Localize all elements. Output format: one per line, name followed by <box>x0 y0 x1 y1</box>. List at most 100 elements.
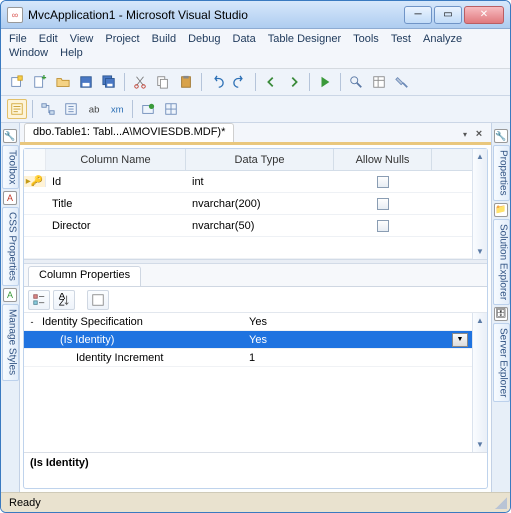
xml-button[interactable]: xml <box>107 99 127 119</box>
indexes-button[interactable] <box>61 99 81 119</box>
find-button[interactable] <box>346 72 366 92</box>
toolbar-1 <box>1 69 510 96</box>
scroll-down-icon[interactable]: ▼ <box>473 437 487 452</box>
minimize-button[interactable]: ─ <box>404 6 432 24</box>
manage-styles-tab[interactable]: Manage Styles <box>2 304 19 380</box>
tab-close-button[interactable]: × <box>471 126 487 142</box>
resize-grip[interactable] <box>495 497 507 509</box>
svg-text:ab: ab <box>89 105 100 116</box>
cell-type[interactable]: nvarchar(200) <box>186 193 334 214</box>
property-pages-button[interactable] <box>87 290 109 310</box>
fulltext-button[interactable]: ab <box>84 99 104 119</box>
cut-button[interactable] <box>130 72 150 92</box>
null-checkbox[interactable] <box>377 198 389 210</box>
alphabetical-button[interactable]: AZ <box>53 290 75 310</box>
undo-button[interactable] <box>207 72 227 92</box>
categorized-button[interactable] <box>28 290 50 310</box>
scroll-up-icon[interactable]: ▲ <box>473 149 487 164</box>
grid-header: Column Name Data Type Allow Nulls <box>24 149 472 171</box>
properties-toolbar: AZ <box>24 287 487 313</box>
nav-fwd-button[interactable] <box>284 72 304 92</box>
svg-text:Z: Z <box>59 297 65 307</box>
save-button[interactable] <box>76 72 96 92</box>
prop-is-identity[interactable]: (Is Identity) Yes ▼ <box>24 331 472 349</box>
check-button[interactable] <box>138 99 158 119</box>
column-row-id[interactable]: ▸🔑 Id int <box>24 171 472 193</box>
app-icon: ∞ <box>7 7 23 23</box>
paste-button[interactable] <box>176 72 196 92</box>
titlebar: ∞ MvcApplication1 - Microsoft Visual Stu… <box>1 1 510 29</box>
document-tabstrip: dbo.Table1: Tabl...A\MOVIESDB.MDF)* ▾ × <box>20 123 491 145</box>
col-header-type[interactable]: Data Type <box>186 149 334 170</box>
props-scrollbar[interactable]: ▲ ▼ <box>472 313 487 452</box>
menu-view[interactable]: View <box>70 33 94 45</box>
solution-explorer-tab[interactable]: Solution Explorer <box>493 219 510 305</box>
menu-window[interactable]: Window <box>9 47 48 59</box>
cell-name[interactable]: Director <box>46 215 186 236</box>
menu-file[interactable]: File <box>9 33 27 45</box>
save-all-button[interactable] <box>99 72 119 92</box>
menu-edit[interactable]: Edit <box>39 33 58 45</box>
menu-test[interactable]: Test <box>391 33 411 45</box>
spatial-button[interactable] <box>161 99 181 119</box>
nav-back-button[interactable] <box>261 72 281 92</box>
open-button[interactable] <box>53 72 73 92</box>
scroll-down-icon[interactable]: ▼ <box>473 244 487 259</box>
add-item-button[interactable] <box>30 72 50 92</box>
properties-icon: 🔧 <box>494 129 508 143</box>
column-properties-panel: Column Properties AZ - Identity Specific… <box>24 264 487 488</box>
start-debug-button[interactable] <box>315 72 335 92</box>
prop-identity-spec[interactable]: - Identity Specification Yes <box>24 313 472 331</box>
scroll-up-icon[interactable]: ▲ <box>473 313 487 328</box>
solution-icon: 📁 <box>494 203 508 217</box>
new-project-button[interactable] <box>7 72 27 92</box>
col-header-null[interactable]: Allow Nulls <box>334 149 432 170</box>
tab-overflow-button[interactable]: ▾ <box>459 126 471 142</box>
generate-script-button[interactable] <box>7 99 27 119</box>
grid-scrollbar[interactable]: ▲ ▼ <box>472 149 487 259</box>
toolbox-icon: 🔧 <box>3 129 17 143</box>
maximize-button[interactable]: ▭ <box>434 6 462 24</box>
column-row-director[interactable]: Director nvarchar(50) <box>24 215 472 237</box>
server-icon: 🗄 <box>494 307 508 321</box>
properties-tab[interactable]: Column Properties <box>28 266 141 286</box>
close-button[interactable]: ✕ <box>464 6 504 24</box>
menu-project[interactable]: Project <box>105 33 139 45</box>
relationships-button[interactable] <box>38 99 58 119</box>
properties-button[interactable] <box>369 72 389 92</box>
css-icon: A <box>3 191 17 205</box>
dropdown-icon[interactable]: ▼ <box>452 333 468 347</box>
cell-name[interactable]: Id <box>46 171 186 192</box>
menu-help[interactable]: Help <box>60 47 83 59</box>
menu-table-designer[interactable]: Table Designer <box>268 33 341 45</box>
column-row-title[interactable]: Title nvarchar(200) <box>24 193 472 215</box>
menu-data[interactable]: Data <box>233 33 256 45</box>
toolbox-tab[interactable]: Toolbox <box>2 145 19 189</box>
menu-bar: File Edit View Project Build Debug Data … <box>1 29 510 69</box>
prop-identity-increment[interactable]: Identity Increment 1 <box>24 349 472 367</box>
null-checkbox[interactable] <box>377 220 389 232</box>
menu-tools[interactable]: Tools <box>353 33 379 45</box>
cell-name[interactable]: Title <box>46 193 186 214</box>
menu-debug[interactable]: Debug <box>188 33 220 45</box>
copy-button[interactable] <box>153 72 173 92</box>
css-properties-tab[interactable]: CSS Properties <box>2 207 19 286</box>
cell-type[interactable]: int <box>186 171 334 192</box>
collapse-icon[interactable]: - <box>24 317 40 327</box>
status-bar: Ready <box>1 492 510 512</box>
cell-type[interactable]: nvarchar(50) <box>186 215 334 236</box>
menu-build[interactable]: Build <box>152 33 176 45</box>
document-tab[interactable]: dbo.Table1: Tabl...A\MOVIESDB.MDF)* <box>24 123 234 142</box>
col-header-name[interactable]: Column Name <box>46 149 186 170</box>
null-checkbox[interactable] <box>377 176 389 188</box>
server-explorer-tab[interactable]: Server Explorer <box>493 323 510 402</box>
redo-button[interactable] <box>230 72 250 92</box>
column-row-new[interactable] <box>24 237 472 259</box>
properties-pane-tab[interactable]: Properties <box>493 145 510 201</box>
menu-analyze[interactable]: Analyze <box>423 33 462 45</box>
toolbar-2: ab xml <box>1 96 510 123</box>
toolbox-button[interactable] <box>392 72 412 92</box>
key-icon: ▸🔑 <box>26 176 43 187</box>
help-title: (Is Identity) <box>30 457 89 469</box>
app-window: ∞ MvcApplication1 - Microsoft Visual Stu… <box>0 0 511 513</box>
